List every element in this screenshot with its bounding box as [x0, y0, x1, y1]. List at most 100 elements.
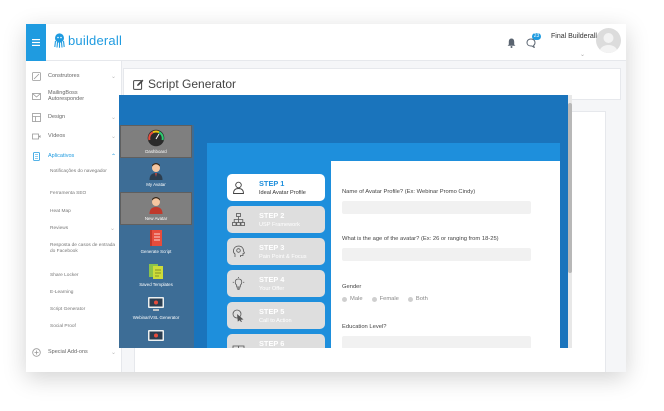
step-1-button[interactable]: STEP 1 Ideal Avatar Profile [227, 174, 325, 201]
nav-label: Webinar/VSL Generator [132, 315, 180, 320]
gender-radio-female[interactable]: Female [371, 296, 399, 302]
radio-circle[interactable] [407, 296, 413, 302]
question-label: Education Level? [342, 324, 387, 330]
scrollbar-thumb[interactable] [568, 103, 572, 273]
sidebar-subitem[interactable]: E-Learning [50, 290, 116, 296]
step-2-button[interactable]: STEP 2 USP Framework [227, 206, 325, 233]
person-icon [233, 181, 244, 194]
apps-icon [33, 151, 40, 161]
step-number: STEP 3 [259, 243, 285, 252]
step-subtitle: USP Framework [259, 222, 300, 228]
nav-label: Generate Script [140, 249, 172, 254]
sidebar-item-label: Aplicativos [48, 152, 75, 159]
nav-item-more[interactable] [120, 325, 192, 348]
sidebar-subitem[interactable]: Reviews [50, 226, 116, 232]
sidebar-subitem[interactable]: Social Proof [50, 324, 116, 330]
gift-icon [232, 345, 245, 348]
question-label: Name of Avatar Profile? (Ex: Webinar Pro… [342, 189, 476, 195]
new-avatar-icon [149, 197, 163, 214]
octopus-logo-icon [54, 33, 65, 48]
chevron-up-icon: ⌃ [110, 153, 116, 160]
sidebar-item-design[interactable]: Design ⌄ [26, 108, 122, 126]
radio-label: Female [379, 296, 399, 302]
gender-radio-group: Male Female Both [342, 296, 428, 302]
video-icon [32, 133, 41, 139]
builder-icon [32, 71, 41, 81]
avatar-name-input[interactable] [342, 201, 531, 214]
avatar-profile-form: Name of Avatar Profile? (Ex: Webinar Pro… [331, 161, 560, 348]
step-subtitle: Pain Point & Focus [259, 254, 307, 260]
lightbulb-icon [232, 277, 245, 290]
chevron-down-icon[interactable]: ⌄ [580, 51, 585, 58]
nav-label: Dashboard [145, 149, 167, 154]
logo-text: builderall [68, 33, 123, 48]
page-title: Script Generator [148, 77, 237, 91]
monitor-icon [148, 297, 164, 311]
sidebar-item-label: Special Add-ons [48, 348, 88, 355]
sidebar-subitem[interactable]: Script Generator [50, 307, 116, 313]
dashboard-gauge-icon [147, 129, 165, 147]
avatar-age-input[interactable] [342, 248, 531, 261]
sidebar-subitem[interactable]: Notificações do navegador [50, 169, 116, 175]
radio-label: Both [415, 296, 428, 302]
sidebar-item-videos[interactable]: Vídeos ⌄ [26, 127, 122, 145]
hamburger-icon[interactable] [26, 24, 46, 61]
nav-label: Saved Templates [139, 282, 173, 287]
chevron-down-icon: ⌄ [109, 226, 115, 232]
user-name[interactable]: Final Builderall [551, 33, 597, 40]
documents-icon [149, 264, 163, 279]
sidebar-item-construtores[interactable]: Construtores ⌄ [26, 67, 122, 85]
user-avatar-icon [149, 163, 163, 180]
nav-item-generate-script[interactable]: Generate Script [120, 226, 192, 259]
chevron-down-icon: ⌄ [110, 133, 116, 140]
step-6-button[interactable]: STEP 6 [227, 334, 325, 348]
education-level-input[interactable] [342, 336, 531, 348]
nav-label: My Avatar [146, 182, 166, 187]
sidebar-item-mailingboss[interactable]: MailingBoss Autoresponder [26, 87, 122, 105]
chevron-down-icon: ⌄ [110, 73, 116, 80]
step-4-button[interactable]: STEP 4 Your Offer [227, 270, 325, 297]
sidebar-item-label: MailingBoss Autoresponder [48, 89, 85, 103]
avatar[interactable] [596, 28, 621, 53]
nav-item-webinar-vsl-generator[interactable]: Webinar/VSL Generator [120, 292, 192, 325]
step-number: STEP 2 [259, 211, 285, 220]
notebook-icon [150, 230, 162, 246]
sidebar-subitem[interactable]: Resposta de casos de entrada do Facebook [50, 243, 116, 255]
radio-circle[interactable] [342, 296, 347, 302]
step-subtitle: Your Offer [259, 286, 285, 292]
gender-radio-both[interactable]: Both [407, 296, 428, 302]
step-number: STEP 4 [259, 275, 285, 284]
radio-circle[interactable] [371, 296, 377, 302]
sidebar-item-special-addons[interactable]: Special Add-ons ⌄ [26, 343, 122, 361]
notification-badge: 23 [532, 33, 541, 40]
nav-item-dashboard[interactable]: Dashboard [120, 125, 192, 158]
nav-item-saved-templates[interactable]: Saved Templates [120, 259, 192, 292]
step-number: STEP 1 [259, 179, 285, 188]
design-icon [32, 112, 41, 122]
sidebar-subitem[interactable]: Share Locker [50, 273, 116, 279]
question-label: Gender [342, 284, 362, 290]
step-5-button[interactable]: STEP 5 Call to Action [227, 302, 325, 329]
question-label: What is the age of the avatar? (Ex: 26 o… [342, 236, 499, 242]
sidebar-subitem[interactable]: Heat Map [50, 209, 116, 215]
head-gears-icon [233, 245, 245, 257]
builderall-logo[interactable]: builderall [54, 33, 122, 48]
gender-radio-male[interactable]: Male [342, 296, 363, 302]
mail-icon [32, 92, 41, 100]
sidebar: Construtores ⌄ MailingBoss Autoresponder… [26, 61, 122, 372]
nav-item-new-avatar[interactable]: New Avatar [120, 192, 192, 225]
sidebar-item-aplicativos[interactable]: Aplicativos ⌃ [26, 147, 122, 165]
sidebar-subitem[interactable]: Ferramenta SEO [50, 191, 116, 197]
nav-item-my-avatar[interactable]: My Avatar [120, 159, 192, 192]
step-3-button[interactable]: STEP 3 Pain Point & Focus [227, 238, 325, 265]
pointer-icon [232, 309, 244, 322]
app-nav: Dashboard My Avatar New Avatar Generate … [119, 125, 194, 348]
step-subtitle: Call to Action [259, 318, 292, 324]
hierarchy-icon [232, 213, 245, 226]
wizard-stage: STEP 1 Ideal Avatar Profile STEP 2 USP F… [207, 143, 560, 348]
radio-label: Male [350, 296, 363, 302]
bell-icon[interactable] [507, 38, 516, 48]
sidebar-item-label: Design [48, 113, 66, 120]
top-bar: builderall 23 Final Builderall ⌄ [26, 24, 626, 61]
scrollbar[interactable] [568, 95, 572, 348]
